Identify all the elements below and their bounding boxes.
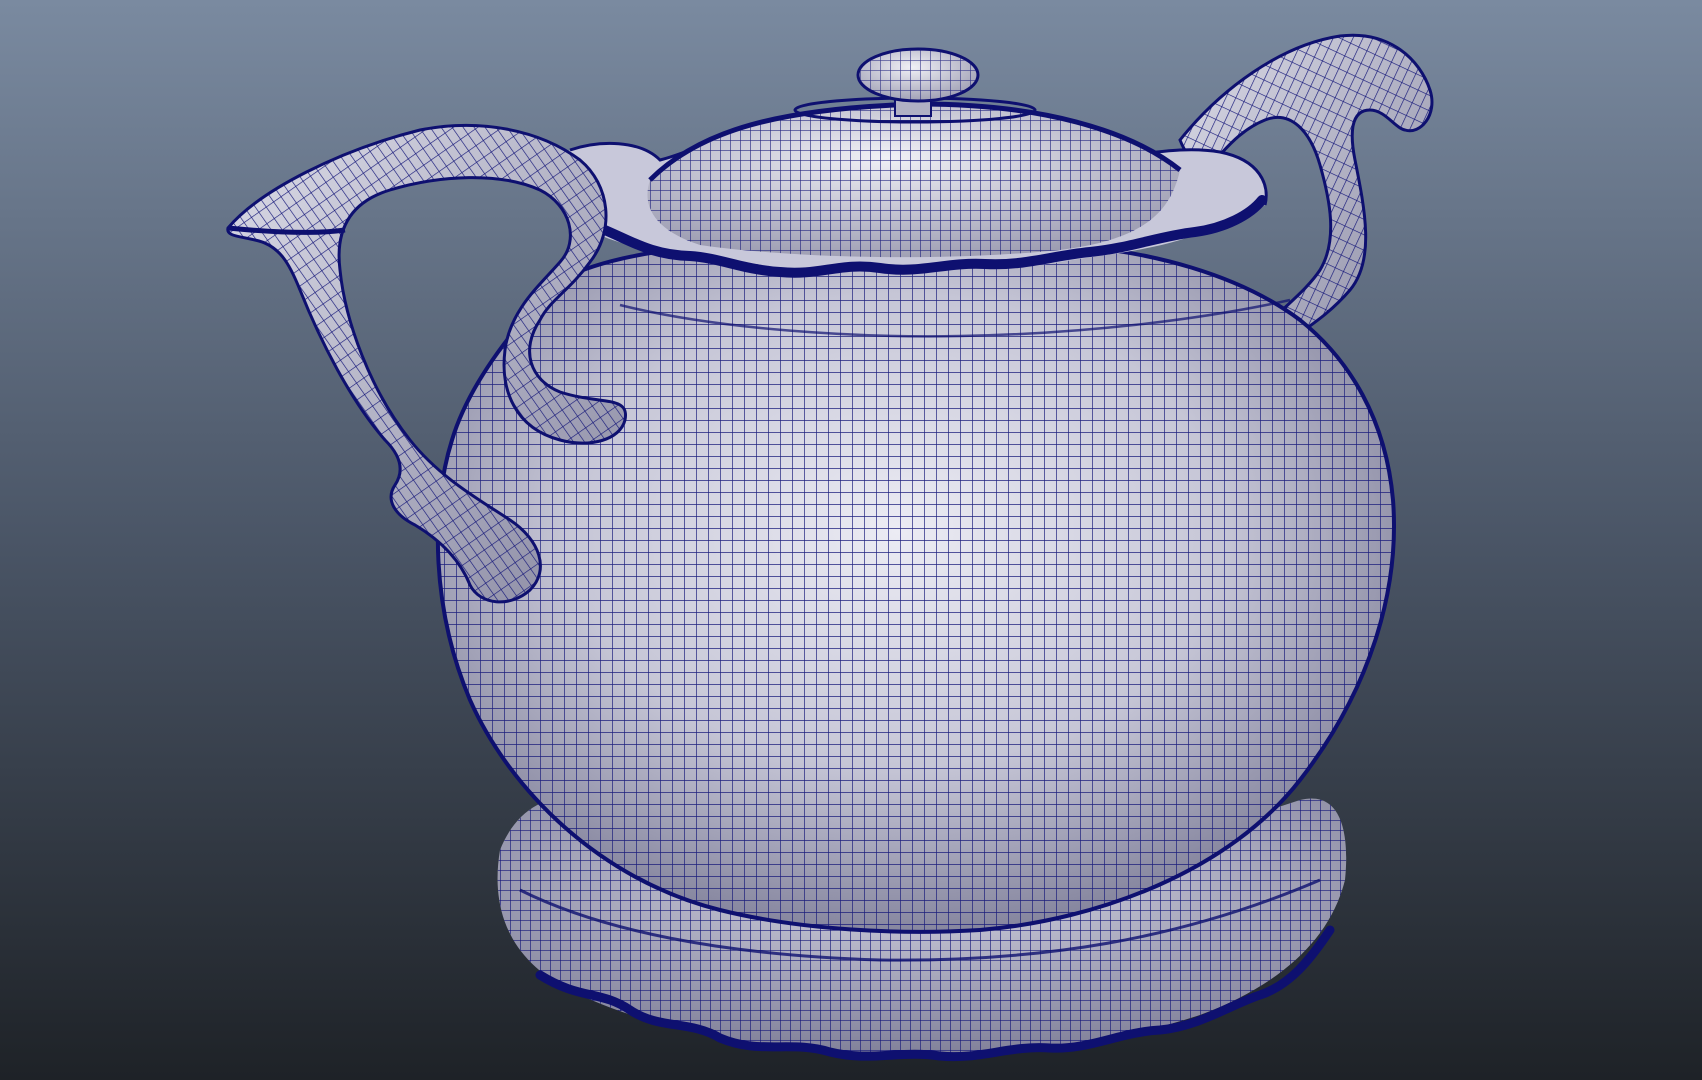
teapot-wireframe-model[interactable]	[0, 0, 1702, 1080]
3d-viewport[interactable]	[0, 0, 1702, 1080]
